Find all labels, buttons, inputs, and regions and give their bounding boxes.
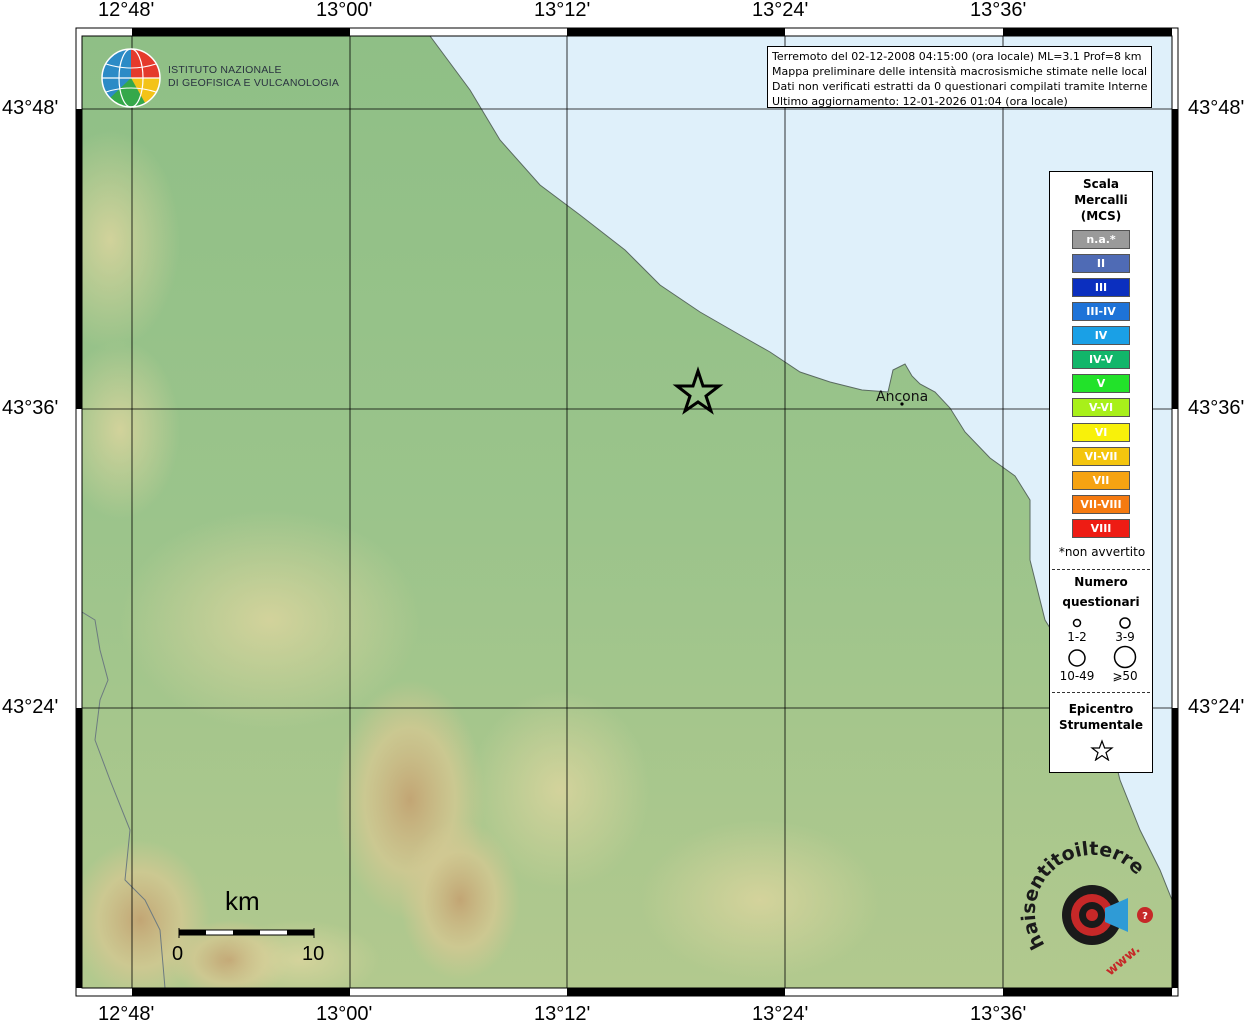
hill-southeast <box>640 820 880 980</box>
scale-bar-start: 0 <box>172 943 184 965</box>
legend-swatch-vii: VII <box>1072 471 1130 490</box>
count-symbol-10-49 <box>1068 649 1086 667</box>
legend-swatch-vi: VI <box>1072 423 1130 442</box>
ingv-line-2: DI GEOFISICA E VULCANOLOGIA <box>168 77 340 89</box>
lat-label-right-3: 43°24' <box>1188 696 1245 718</box>
legend-epi-title-1: Epicentro <box>1068 702 1134 716</box>
lon-label-bottom-2: 13°00' <box>316 1003 373 1025</box>
city-label-ancona: Ancona <box>876 389 929 405</box>
legend-swatch-vi-vii: VI-VII <box>1072 447 1130 466</box>
ingv-logo-text: ISTITUTO NAZIONALE DI GEOFISICA E VULCAN… <box>168 64 339 90</box>
ingv-logo-icon <box>101 48 161 108</box>
ingv-line-1: ISTITUTO NAZIONALE <box>168 64 282 76</box>
legend-swatch-vii-viii: VII-VIII <box>1072 495 1130 514</box>
legend-divider-1 <box>1052 569 1150 570</box>
lon-label-top-3: 13°12' <box>534 0 591 21</box>
legend-swatch-na: n.a.* <box>1072 230 1130 249</box>
legend-divider-2 <box>1052 692 1150 693</box>
lon-label-top-1: 12°48' <box>98 0 155 21</box>
lon-label-top-2: 13°00' <box>316 0 373 21</box>
lon-label-bottom-4: 13°24' <box>752 1003 809 1025</box>
lat-label-right-2: 43°36' <box>1188 397 1245 419</box>
legend-swatch-iii-iv: III-IV <box>1072 302 1130 321</box>
event-info-line-1: Terremoto del 02-12-2008 04:15:00 (ora l… <box>772 50 1142 63</box>
scale-bar-unit: km <box>225 886 260 916</box>
legend-title-3: (MCS) <box>1080 209 1122 223</box>
lon-label-top-4: 13°24' <box>752 0 809 21</box>
legend-title-2: Mercalli <box>1074 193 1128 207</box>
lon-label-bottom-1: 12°48' <box>98 1003 155 1025</box>
count-label-3-9: 3-9 <box>1115 630 1135 644</box>
lat-label-left-2: 43°36' <box>2 397 59 419</box>
count-symbol-1-2 <box>1072 618 1082 628</box>
lon-label-top-5: 13°36' <box>970 0 1027 21</box>
count-label-50: ⩾50 <box>1112 669 1138 683</box>
legend-swatch-ii: II <box>1072 254 1130 273</box>
mountain-ridge-2 <box>400 820 520 980</box>
event-info-box: Terremoto del 02-12-2008 04:15:00 (ora l… <box>767 46 1152 108</box>
legend-note: *non avvertito <box>1058 545 1146 559</box>
legend-swatch-v-vi: V-VI <box>1072 398 1130 417</box>
legend-swatch-iv-v: IV-V <box>1072 350 1130 369</box>
event-info-line-3: Dati non verificati estratti da 0 questi… <box>772 80 1147 93</box>
legend-count-title-1: Numero <box>1074 575 1128 589</box>
count-symbol-50 <box>1113 645 1137 669</box>
legend-swatch-iii: III <box>1072 278 1130 297</box>
count-label-1-2: 1-2 <box>1067 630 1087 644</box>
lon-label-bottom-3: 13°12' <box>534 1003 591 1025</box>
legend-swatch-iv: IV <box>1072 326 1130 345</box>
legend-swatch-v: V <box>1072 374 1130 393</box>
legend-swatch-viii: VIII <box>1072 519 1130 538</box>
event-info-line-4: Ultimo aggiornamento: 12-01-2026 01:04 (… <box>772 95 1068 108</box>
svg-text:?: ? <box>1142 911 1148 922</box>
legend-panel: Scala Mercalli (MCS) n.a.* II III III-IV… <box>1049 171 1153 773</box>
lat-label-left-3: 43°24' <box>2 696 59 718</box>
legend-title-1: Scala <box>1082 177 1120 191</box>
scale-bar-end: 10 <box>302 943 325 965</box>
event-info-line-2: Mappa preliminare delle intensità macros… <box>772 65 1147 78</box>
hill-northwest <box>82 130 180 350</box>
count-symbol-3-9 <box>1119 617 1131 629</box>
legend-epi-title-2: Strumentale <box>1058 718 1144 732</box>
legend-epicenter-star-icon <box>1090 739 1114 761</box>
legend-count-title-2: questionari <box>1062 595 1140 609</box>
count-label-10-49: 10-49 <box>1059 669 1095 683</box>
lat-label-right-1: 43°48' <box>1188 97 1245 119</box>
lat-label-left-1: 43°48' <box>2 97 59 119</box>
lon-label-bottom-5: 13°36' <box>970 1003 1027 1025</box>
